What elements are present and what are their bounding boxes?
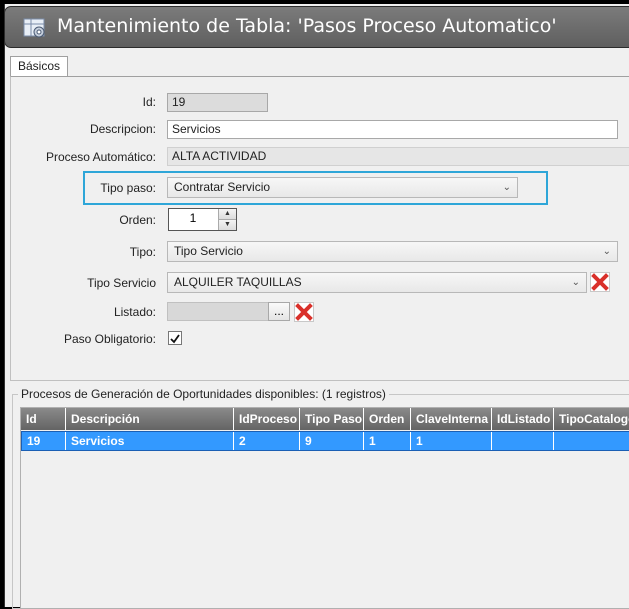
- column-header-idproceso[interactable]: IdProceso: [234, 408, 300, 430]
- orden-stepper[interactable]: 1 ▲ ▼: [168, 208, 237, 231]
- column-header-tipocatalogo[interactable]: TipoCatalogo: [554, 408, 629, 430]
- column-header-claveinterna[interactable]: ClaveInterna: [411, 408, 492, 430]
- chevron-down-icon: ⌄: [602, 246, 611, 257]
- table-cell[interactable]: [492, 432, 554, 450]
- tipo-paso-select[interactable]: Contratar Servicio ⌄: [167, 177, 518, 198]
- table-cell[interactable]: 1: [411, 432, 492, 450]
- listado-label: Listado:: [113, 305, 156, 319]
- window-title: Mantenimiento de Tabla: 'Pasos Proceso A…: [57, 15, 557, 37]
- column-header-id[interactable]: Id: [21, 408, 66, 430]
- clear-listado-button[interactable]: [294, 302, 314, 322]
- browse-listado-button[interactable]: ...: [268, 302, 290, 321]
- table-cell[interactable]: 9: [300, 432, 364, 450]
- delete-x-icon: [591, 273, 609, 291]
- tipo-paso-value: Contratar Servicio: [174, 180, 271, 194]
- orden-value[interactable]: 1: [169, 211, 217, 225]
- column-header-orden[interactable]: Orden: [364, 408, 411, 430]
- tipo-servicio-value: ALQUILER TAQUILLAS: [174, 275, 302, 289]
- column-header-descripcion[interactable]: Descripción: [66, 408, 234, 430]
- table-cell[interactable]: Servicios: [66, 432, 234, 450]
- id-field: 19: [167, 93, 268, 112]
- title-bar: Mantenimiento de Tabla: 'Pasos Proceso A…: [4, 6, 629, 48]
- tipo-value: Tipo Servicio: [174, 244, 243, 258]
- column-header-tipo-paso[interactable]: Tipo Paso: [300, 408, 364, 430]
- descripcion-label: Descripcion:: [89, 122, 156, 136]
- table-cell[interactable]: 19: [22, 432, 66, 450]
- orden-label: Orden:: [119, 213, 156, 227]
- gear-table-icon: [23, 18, 45, 38]
- chevron-down-icon: ⌄: [502, 182, 511, 193]
- tipo-paso-label: Tipo paso:: [100, 181, 156, 195]
- descripcion-field[interactable]: Servicios: [167, 120, 618, 139]
- stepper-down-icon[interactable]: ▼: [218, 220, 236, 230]
- procesos-legend: Procesos de Generación de Oportunidades …: [18, 387, 389, 401]
- table-cell[interactable]: 2: [234, 432, 300, 450]
- tipo-label: Tipo:: [129, 245, 156, 259]
- delete-x-icon: [295, 303, 313, 321]
- paso-obligatorio-label: Paso Obligatorio:: [63, 332, 156, 346]
- id-label: Id:: [142, 95, 156, 109]
- tipo-servicio-label: Tipo Servicio: [87, 276, 156, 290]
- tipo-select[interactable]: Tipo Servicio ⌄: [167, 241, 618, 262]
- clear-tipo-servicio-button[interactable]: [590, 272, 610, 292]
- stepper-up-icon[interactable]: ▲: [218, 209, 236, 220]
- proceso-automatico-label: Proceso Automático:: [45, 150, 156, 164]
- proceso-automatico-field: ALTA ACTIVIDAD: [167, 147, 629, 166]
- checkmark-icon: [170, 334, 180, 344]
- tab-basicos[interactable]: Básicos: [10, 56, 69, 77]
- table-cell[interactable]: [554, 432, 629, 450]
- paso-obligatorio-checkbox[interactable]: [168, 331, 182, 345]
- tipo-servicio-select[interactable]: ALQUILER TAQUILLAS ⌄: [167, 272, 587, 293]
- table-cell[interactable]: 1: [364, 432, 411, 450]
- chevron-down-icon: ⌄: [571, 277, 580, 288]
- column-header-idlistado[interactable]: IdListado: [492, 408, 554, 430]
- listado-field: [167, 302, 269, 321]
